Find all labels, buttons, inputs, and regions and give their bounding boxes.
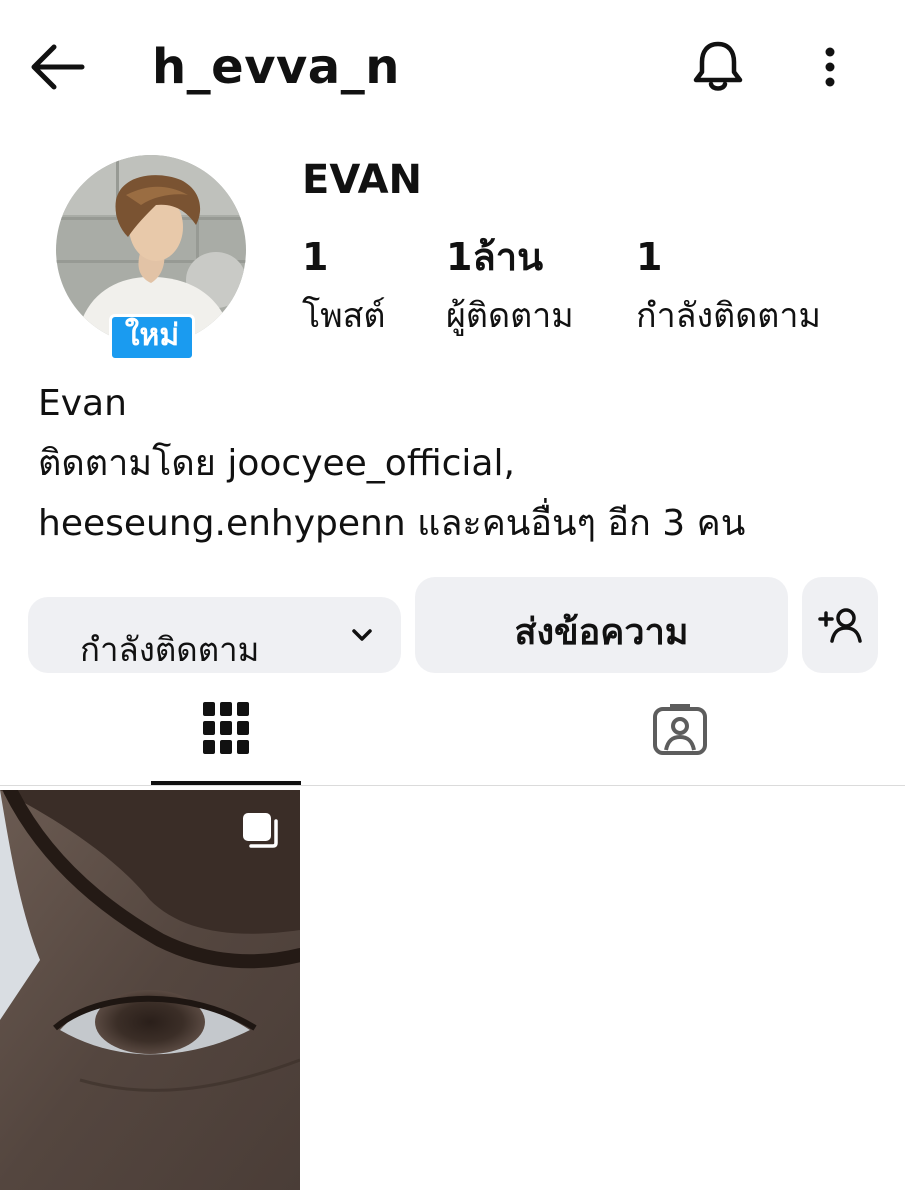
stat-following-label: กำลังติดตาม	[636, 296, 821, 336]
stat-posts-value: 1	[302, 235, 329, 279]
followed-by-prefix: ติดตามโดย	[38, 443, 216, 484]
followed-by-user-1[interactable]: joocyee_official,	[227, 443, 515, 484]
followed-by-line[interactable]: ติดตามโดย joocyee_official,	[38, 434, 888, 494]
followed-by-unit: คน	[696, 503, 746, 544]
stat-following-value: 1	[636, 235, 663, 279]
followed-by-suffix: และคนอื่นๆ อีก	[417, 503, 651, 544]
stat-followers[interactable]: 1ล้าน ผู้ติดตาม	[446, 232, 574, 344]
notifications-button[interactable]	[690, 38, 746, 96]
followed-by-user-2[interactable]: heeseung.enhypenn	[38, 503, 406, 544]
stat-followers-label: ผู้ติดตาม	[446, 296, 574, 336]
multiple-photos-icon	[243, 813, 278, 848]
profile-username: h_evva_n	[152, 39, 400, 95]
more-options-button[interactable]	[812, 42, 848, 92]
arrow-left-icon	[31, 44, 85, 90]
followed-by-count: 3	[662, 503, 686, 544]
stat-posts-label: โพสต์	[302, 296, 386, 336]
top-bar: h_evva_n	[0, 0, 905, 135]
profile-tabs	[0, 690, 905, 786]
stat-followers-value: 1ล้าน	[446, 235, 544, 279]
message-button[interactable]: ส่งข้อความ	[415, 577, 788, 673]
followed-by-line-2[interactable]: heeseung.enhypenn และคนอื่นๆ อีก 3 คน	[38, 494, 888, 554]
profile-bio: Evan ติดตามโดย joocyee_official, heeseun…	[38, 374, 888, 554]
more-vertical-icon	[825, 47, 835, 87]
tab-posts-grid[interactable]	[151, 690, 301, 785]
bell-icon	[693, 41, 743, 91]
add-person-icon	[818, 608, 862, 643]
stat-posts[interactable]: 1 โพสต์	[302, 232, 386, 344]
grid-icon	[203, 702, 249, 754]
post-thumbnail[interactable]	[0, 790, 300, 1190]
message-button-label: ส่งข้อความ	[514, 612, 689, 653]
new-badge: ใหม่	[109, 314, 195, 361]
following-button[interactable]: กำลังติดตาม	[28, 597, 401, 673]
profile-avatar-wrapper: ใหม่	[56, 155, 246, 361]
display-name: EVAN	[302, 157, 422, 203]
chevron-down-icon	[352, 629, 372, 641]
add-user-button[interactable]	[802, 577, 878, 673]
tagged-person-icon	[653, 704, 707, 755]
stat-following[interactable]: 1 กำลังติดตาม	[636, 232, 821, 344]
back-button[interactable]	[28, 40, 86, 94]
tab-tagged[interactable]	[604, 690, 754, 786]
bio-name: Evan	[38, 383, 127, 424]
following-button-label: กำลังติดตาม	[80, 630, 260, 669]
